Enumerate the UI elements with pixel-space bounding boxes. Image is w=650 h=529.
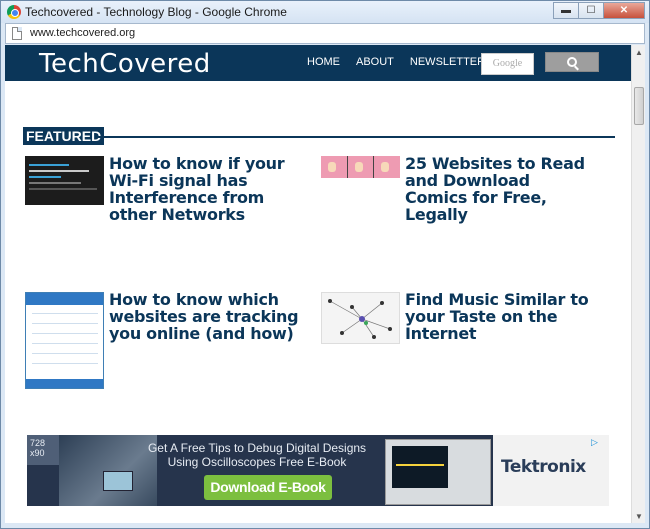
search-button[interactable] xyxy=(545,52,599,72)
site-logo[interactable]: TechCovered xyxy=(39,49,211,79)
ad-headline: Get A Free Tips to Debug Digital Designs… xyxy=(147,441,367,469)
scroll-down-icon[interactable]: ▼ xyxy=(632,509,646,523)
title-bar: Techcovered - Technology Blog - Google C… xyxy=(1,1,649,23)
article-title-comics[interactable]: 25 Websites to Read and Download Comics … xyxy=(405,155,595,223)
address-bar[interactable]: www.techcovered.org xyxy=(5,23,645,44)
music-graph-icon xyxy=(328,299,392,339)
search-input[interactable]: Google xyxy=(481,53,534,75)
download-ebook-button[interactable]: Download E-Book xyxy=(204,475,332,500)
url-text[interactable]: www.techcovered.org xyxy=(30,27,135,39)
featured-divider xyxy=(97,136,615,138)
search-icon xyxy=(567,57,577,67)
article-thumbnail-comics[interactable] xyxy=(321,156,400,178)
minimize-button[interactable]: ▬ xyxy=(553,2,579,19)
nav-newsletter[interactable]: NEWSLETTER xyxy=(410,56,485,68)
nav-about[interactable]: ABOUT xyxy=(356,56,394,68)
article-thumbnail-wifi[interactable] xyxy=(25,156,104,205)
article-thumbnail-music[interactable] xyxy=(321,292,400,344)
oscilloscope-image xyxy=(385,439,491,505)
article-title-tracking[interactable]: How to know which websites are tracking … xyxy=(109,291,299,342)
scroll-thumb[interactable] xyxy=(634,87,644,125)
page-icon xyxy=(12,27,22,40)
ad-size-label: 728 x90 xyxy=(27,435,59,465)
featured-heading: FEATURED xyxy=(23,127,105,145)
article-thumbnail-tracking[interactable] xyxy=(25,292,104,389)
page-viewport: TechCovered HOME ABOUT NEWSLETTER Google… xyxy=(5,45,631,523)
chrome-icon xyxy=(7,5,21,19)
article-title-music[interactable]: Find Music Similar to your Taste on the … xyxy=(405,291,595,342)
main-nav: HOME ABOUT NEWSLETTER xyxy=(307,56,501,68)
vertical-scrollbar[interactable]: ▲ ▼ xyxy=(631,45,645,523)
maximize-button[interactable]: ☐ xyxy=(578,2,604,19)
nav-home[interactable]: HOME xyxy=(307,56,340,68)
window-title: Techcovered - Technology Blog - Google C… xyxy=(25,5,287,19)
ad-banner[interactable]: 728 x90 Get A Free Tips to Debug Digital… xyxy=(27,435,609,506)
browser-window: Techcovered - Technology Blog - Google C… xyxy=(0,0,650,529)
article-title-wifi[interactable]: How to know if your Wi-Fi signal has Int… xyxy=(109,155,299,223)
scroll-up-icon[interactable]: ▲ xyxy=(632,45,646,59)
site-header: TechCovered HOME ABOUT NEWSLETTER Google xyxy=(5,45,631,81)
ad-brand: Tektronix xyxy=(501,457,586,477)
window-controls: ▬ ☐ ✕ xyxy=(553,2,645,19)
close-button[interactable]: ✕ xyxy=(603,2,645,19)
adchoices-icon[interactable]: ▷ xyxy=(591,437,605,447)
